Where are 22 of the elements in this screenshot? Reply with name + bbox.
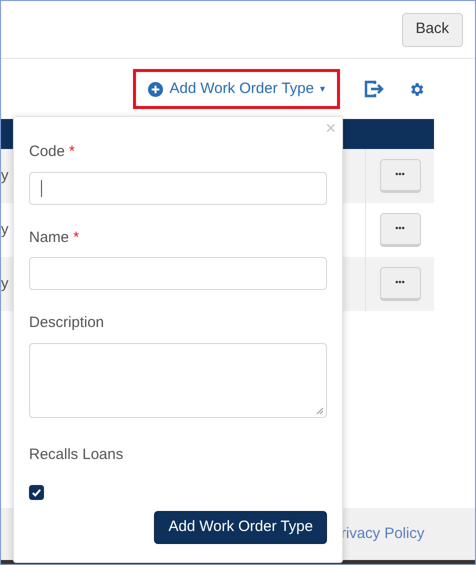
field-label: Recalls Loans (29, 444, 124, 464)
table-cell-text: y (1, 220, 8, 240)
more-button[interactable]: ••• (380, 267, 420, 301)
add-work-order-type-menu[interactable]: Add Work Order Type ▾ (133, 69, 340, 109)
more-button[interactable]: ••• (380, 213, 420, 247)
table-cell-text: y (1, 166, 8, 186)
text-field[interactable] (29, 172, 327, 204)
field-label: Name * (29, 228, 80, 248)
back-button[interactable]: Back (402, 12, 463, 46)
check-icon (31, 487, 42, 498)
table-cell-text: y (1, 274, 8, 294)
resize-grip-icon (316, 406, 324, 414)
field-label: Code * (29, 142, 76, 162)
submit-button[interactable]: Add Work Order Type (154, 511, 327, 544)
field-label: Description (29, 313, 106, 333)
settings-icon[interactable] (408, 80, 425, 98)
checkbox[interactable] (29, 485, 44, 500)
plus-circle-icon (148, 82, 164, 96)
more-button[interactable]: ••• (380, 159, 420, 193)
text-field[interactable] (29, 257, 327, 290)
export-icon[interactable] (364, 80, 384, 98)
description-field[interactable] (29, 342, 327, 418)
